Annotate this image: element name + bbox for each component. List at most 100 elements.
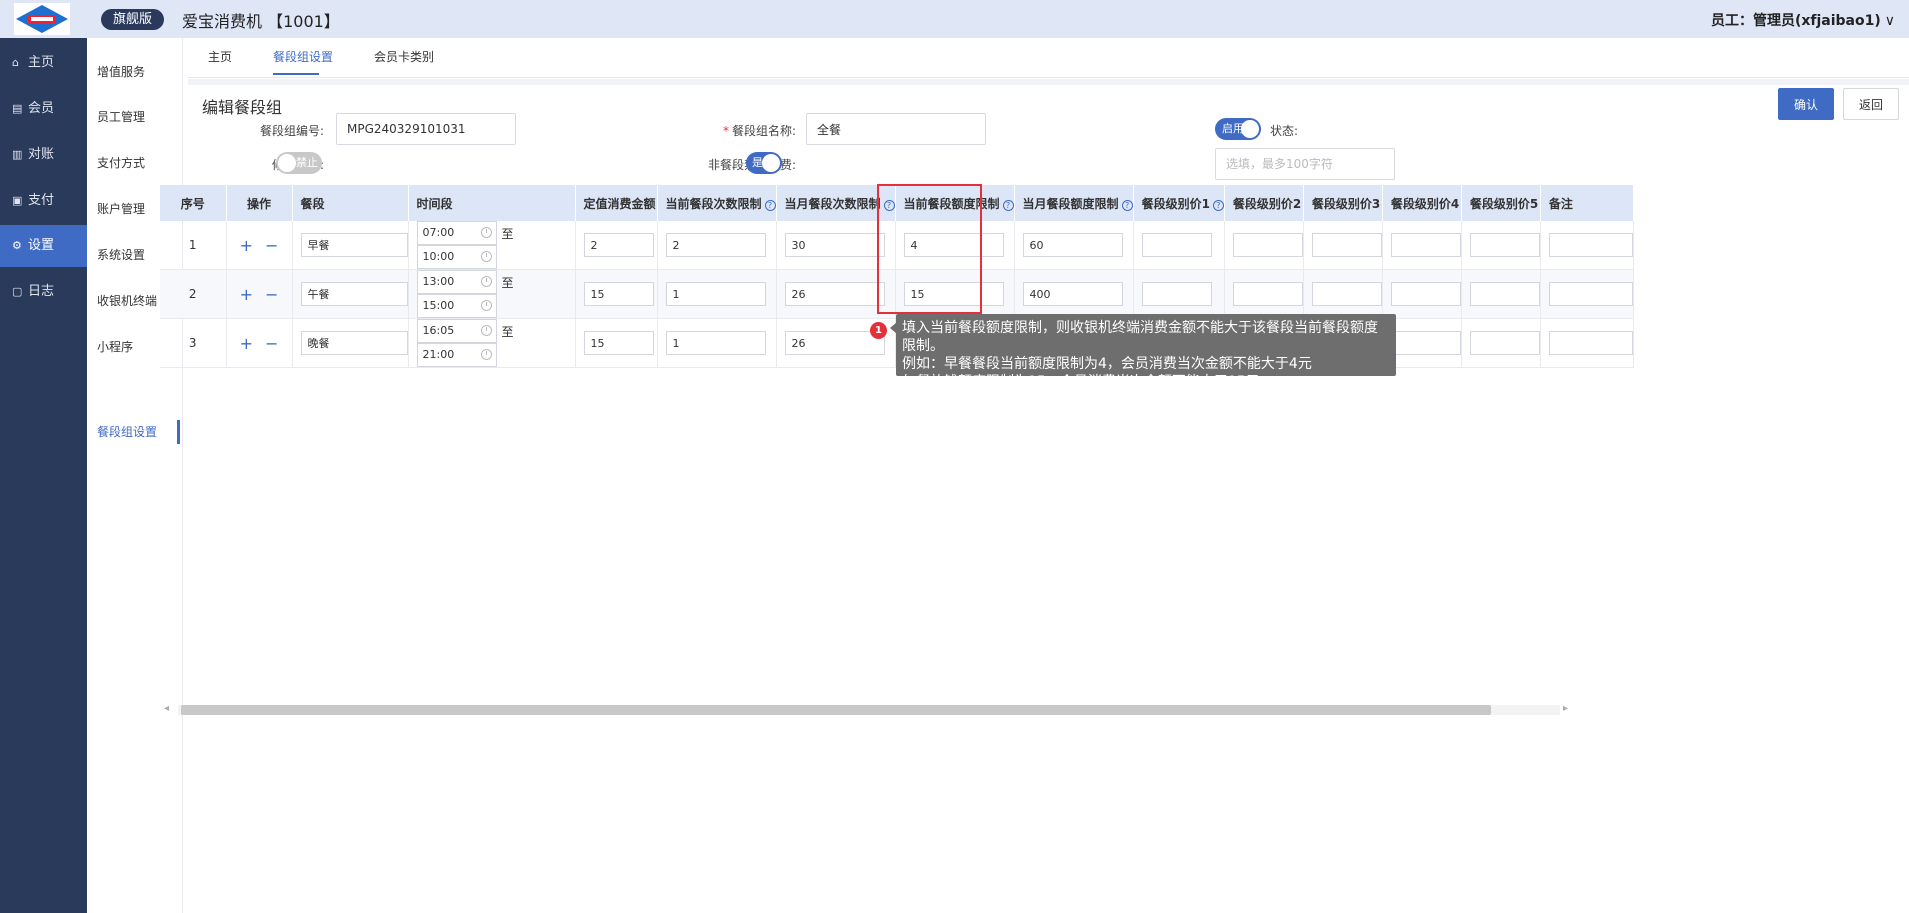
row-number: 3: [160, 318, 227, 368]
add-row-button[interactable]: +: [240, 334, 253, 353]
tab-active-underline: [273, 73, 319, 75]
clock-icon: [480, 251, 492, 262]
tab-meal-group[interactable]: 餐段组设置: [273, 48, 333, 65]
cur-count-input[interactable]: [665, 331, 766, 355]
remark-cell: [1540, 318, 1634, 368]
remark-input[interactable]: [1215, 148, 1395, 180]
member-icon: ▤: [12, 102, 23, 115]
level-price-5-input[interactable]: [1469, 233, 1540, 257]
scroll-right-arrow-icon[interactable]: ▸: [1563, 703, 1568, 714]
remove-row-button[interactable]: −: [265, 334, 278, 353]
level-price-5-input[interactable]: [1469, 331, 1540, 355]
level-price-5-input[interactable]: [1469, 282, 1540, 306]
remove-row-button[interactable]: −: [265, 285, 278, 304]
home-icon: ⌂: [12, 56, 19, 69]
period-name-cell: [292, 221, 409, 270]
subnav-item-staff[interactable]: 员工管理: [97, 102, 183, 132]
back-button[interactable]: 返回: [1843, 88, 1899, 120]
row-remark-input[interactable]: [1548, 331, 1633, 355]
highlight-box: [877, 184, 982, 314]
add-row-button[interactable]: +: [240, 236, 253, 255]
nav-item-home[interactable]: ⌂ 主页: [0, 42, 87, 84]
level-price-1-input[interactable]: [1141, 282, 1212, 306]
scroll-left-arrow-icon[interactable]: ◂: [164, 703, 169, 714]
tab-bar: 主页 餐段组设置 会员卡类别: [188, 38, 1909, 78]
row-remark-input[interactable]: [1548, 282, 1633, 306]
col-header-level-price-4: 餐段级别价4: [1382, 185, 1462, 221]
subnav-item-value-added[interactable]: 增值服务: [97, 57, 183, 87]
help-icon[interactable]: ?: [764, 199, 776, 211]
nav-item-settings[interactable]: ⚙ 设置: [0, 225, 87, 267]
end-time-picker[interactable]: 21:00: [416, 343, 497, 367]
help-icon[interactable]: ?: [1212, 199, 1224, 211]
nav-item-member[interactable]: ▤ 会员: [0, 88, 87, 130]
group-no-input[interactable]: [336, 113, 516, 145]
end-time-picker[interactable]: 15:00: [416, 294, 497, 318]
start-time-picker[interactable]: 16:05: [416, 319, 497, 343]
period-name-input[interactable]: [300, 282, 408, 306]
level-price-4-input[interactable]: [1390, 233, 1461, 257]
main-sidebar: ⌂ 主页 ▤ 会员 ▥ 对账 ▣ 支付 ⚙ 设置 ▢ 日志: [0, 38, 87, 913]
confirm-button[interactable]: 确认: [1778, 88, 1834, 120]
modify-price-toggle[interactable]: 禁止: [276, 152, 322, 174]
level-price-1-input[interactable]: [1141, 233, 1212, 257]
level-price-3-input[interactable]: [1311, 282, 1382, 306]
row-actions: + −: [226, 221, 293, 270]
log-icon: ▢: [12, 285, 23, 298]
level-price-4-input[interactable]: [1390, 282, 1461, 306]
subnav-item-payment-method[interactable]: 支付方式: [97, 148, 183, 178]
remove-row-button[interactable]: −: [265, 236, 278, 255]
level-price-cell: [1303, 221, 1383, 270]
fixed-amount-input[interactable]: [583, 282, 654, 306]
end-time-picker[interactable]: 10:00: [416, 245, 497, 269]
scroll-track[interactable]: [178, 705, 1560, 715]
level-price-2-input[interactable]: [1232, 282, 1303, 306]
tab-home[interactable]: 主页: [208, 48, 232, 65]
brand-logo: [14, 3, 70, 35]
nav-item-reconcile[interactable]: ▥ 对账: [0, 134, 87, 176]
edition-badge: 旗舰版: [101, 9, 165, 30]
period-name-cell: [292, 269, 409, 319]
month-amount-cell: [1014, 221, 1134, 270]
fixed-amount-cell: [575, 318, 658, 368]
nav-item-payment[interactable]: ▣ 支付: [0, 180, 87, 222]
col-header-action: 操作: [226, 185, 293, 221]
add-row-button[interactable]: +: [240, 285, 253, 304]
period-name-input[interactable]: [300, 331, 408, 355]
time-range-cell: 07:00 至 10:00: [408, 221, 576, 270]
level-price-cell: [1303, 269, 1383, 319]
row-actions: + −: [226, 318, 293, 368]
fixed-amount-input[interactable]: [583, 233, 654, 257]
scroll-thumb[interactable]: [181, 705, 1491, 715]
level-price-2-input[interactable]: [1232, 233, 1303, 257]
month-count-input[interactable]: [784, 282, 885, 306]
month-amount-input[interactable]: [1022, 233, 1123, 257]
month-amount-cell: [1014, 269, 1134, 319]
user-menu[interactable]: 员工：管理员(xfjaibao1) ∨: [1711, 10, 1895, 30]
help-icon[interactable]: ?: [1002, 199, 1014, 211]
level-price-3-input[interactable]: [1311, 233, 1382, 257]
row-number: 2: [160, 269, 227, 319]
subnav-item-meal-group[interactable]: 餐段组设置: [97, 417, 183, 447]
start-time-picker[interactable]: 07:00: [416, 221, 497, 245]
cur-count-input[interactable]: [665, 282, 766, 306]
group-name-input[interactable]: [806, 113, 986, 145]
month-count-input[interactable]: [784, 331, 885, 355]
fixed-amount-cell: [575, 221, 658, 270]
horizontal-scrollbar[interactable]: ◂ ▸: [164, 703, 1568, 715]
month-count-input[interactable]: [784, 233, 885, 257]
time-range-cell: 13:00 至 15:00: [408, 269, 576, 319]
level-price-cell: [1461, 221, 1541, 270]
start-time-picker[interactable]: 13:00: [416, 270, 497, 294]
cur-count-input[interactable]: [665, 233, 766, 257]
month-amount-input[interactable]: [1022, 282, 1123, 306]
help-icon[interactable]: ?: [1121, 199, 1133, 211]
period-name-input[interactable]: [300, 233, 408, 257]
tab-card-type[interactable]: 会员卡类别: [374, 48, 434, 65]
status-toggle[interactable]: 启用: [1215, 118, 1261, 140]
nav-item-log[interactable]: ▢ 日志: [0, 271, 87, 313]
non-period-toggle[interactable]: 是: [746, 152, 782, 174]
row-remark-input[interactable]: [1548, 233, 1633, 257]
fixed-amount-input[interactable]: [583, 331, 654, 355]
level-price-4-input[interactable]: [1390, 331, 1461, 355]
